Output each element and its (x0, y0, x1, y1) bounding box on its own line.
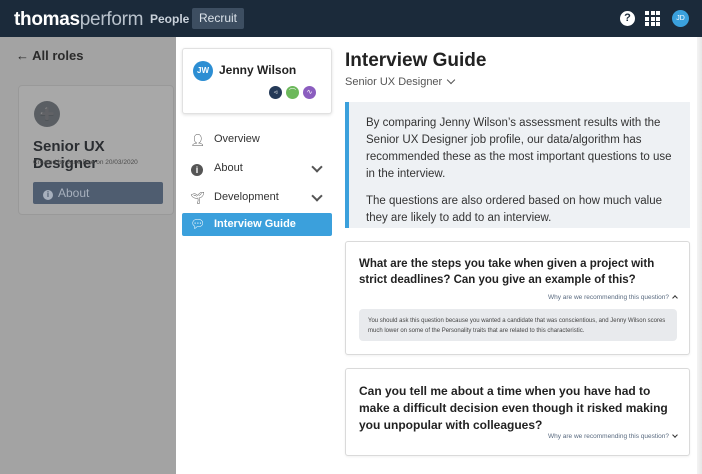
candidate-name: Jenny Wilson (219, 63, 297, 77)
about-role-button[interactable]: i About (33, 182, 163, 204)
candidate-avatar: JW (193, 61, 213, 81)
role-sidebar: ← All roles ➕ Senior UX Designer Created… (0, 37, 176, 474)
nav-item-label: About (214, 162, 243, 174)
chevron-down-icon (311, 190, 323, 202)
role-card: ➕ Senior UX Designer Created by Jane Doe… (18, 85, 174, 215)
recommendation-reason: You should ask this question because you… (359, 309, 677, 341)
info-paragraph: The questions are also ordered based on … (366, 195, 662, 224)
role-select-value: Senior UX Designer (345, 76, 443, 88)
scrollbar-track[interactable] (697, 37, 702, 474)
user-avatar[interactable]: JD (672, 10, 689, 27)
question-card: Can you tell me about a time when you ha… (345, 368, 690, 456)
page-title: Interview Guide (345, 50, 487, 71)
chevron-down-icon (672, 432, 678, 438)
role-created-text: Created by Jane Doe on 20/03/2020 (33, 159, 138, 166)
nav-item-about[interactable]: i About (182, 155, 332, 184)
nav-item-label: Interview Guide (214, 218, 296, 230)
sprout-icon: 🌱︎ (190, 191, 206, 205)
nav-item-interview-guide[interactable]: 💬︎ Interview Guide (182, 213, 332, 236)
chevron-down-icon (311, 161, 323, 173)
nav-people-link[interactable]: People (150, 12, 189, 26)
candidate-side-nav: 👤︎ Overview i About 🌱︎ Development 💬︎ In… (182, 126, 332, 236)
nav-item-development[interactable]: 🌱︎ Development (182, 184, 332, 213)
nav-item-overview[interactable]: 👤︎ Overview (182, 126, 332, 155)
question-card: What are the steps you take when given a… (345, 241, 690, 355)
apps-grid-icon[interactable] (645, 11, 660, 26)
chevron-down-icon (446, 75, 456, 85)
info-icon: i (43, 190, 53, 200)
candidate-card: JW Jenny Wilson ◃ ⌒ ∿ (182, 48, 332, 114)
why-recommending-toggle[interactable]: Why are we recommending this question? (547, 294, 678, 301)
why-recommending-label: Why are we recommending this question? (547, 294, 669, 301)
about-button-label: About (58, 186, 90, 200)
person-check-icon: 👤︎ (190, 133, 206, 147)
nav-recruit-link[interactable]: Recruit (192, 8, 245, 29)
nav-item-label: Development (214, 191, 279, 203)
role-title: Senior UX Designer (33, 138, 105, 172)
role-select-dropdown[interactable]: Senior UX Designer (345, 75, 456, 88)
help-icon[interactable]: ? (620, 11, 635, 26)
chevron-up-icon (672, 295, 678, 301)
question-text: What are the steps you take when given a… (359, 258, 655, 286)
top-navigation-bar: thomasperform People Recruit ? JD (0, 0, 702, 37)
info-icon: i (190, 162, 204, 176)
chat-bubbles-icon: 💬︎ (190, 217, 206, 231)
info-paragraph: By comparing Jenny Wilson’s assessment r… (366, 117, 672, 180)
all-roles-back-link[interactable]: ← All roles (16, 48, 83, 63)
why-recommending-toggle[interactable]: Why are we recommending this question? (547, 432, 678, 440)
why-recommending-label: Why are we recommending this question? (547, 433, 669, 440)
thomas-perform-logo[interactable]: thomasperform (14, 9, 143, 31)
question-text: Can you tell me about a time when you ha… (359, 384, 668, 432)
nav-item-label: Overview (214, 133, 260, 145)
personality-badge-icon: ⌒ (286, 86, 299, 99)
aptitude-badge-icon: ∿ (303, 86, 316, 99)
assessment-badge-icon: ◃ (269, 86, 282, 99)
info-callout: By comparing Jenny Wilson’s assessment r… (345, 102, 690, 228)
user-add-icon: ➕ (34, 101, 60, 127)
